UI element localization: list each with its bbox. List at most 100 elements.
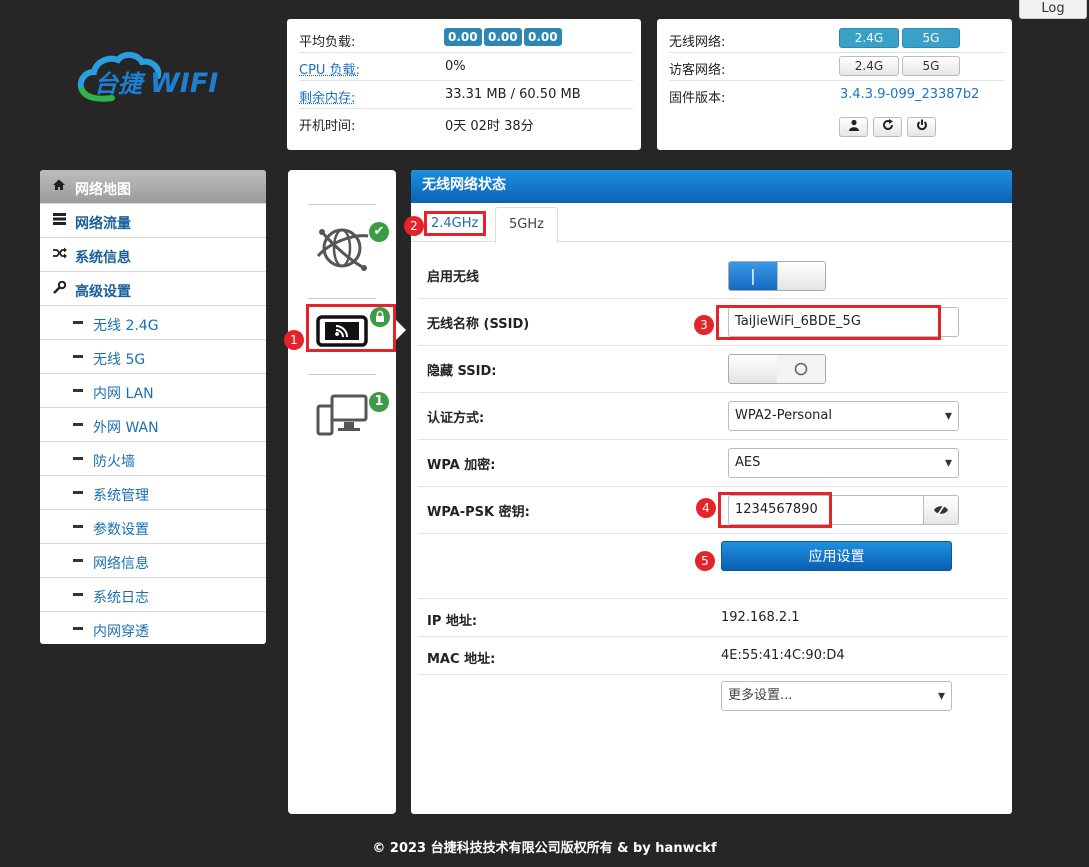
sidebar-item-label: 参数设置 bbox=[93, 522, 149, 538]
shuffle-icon bbox=[53, 247, 67, 261]
network-status-panel: 无线网络: 2.4G 5G 访客网络: 2.4G 5G 固件版本: 3.4.3.… bbox=[657, 19, 1012, 150]
sidebar-item-wan[interactable]: 外网 WAN bbox=[40, 408, 266, 442]
dash-icon bbox=[73, 491, 83, 494]
wrench-icon bbox=[53, 280, 67, 295]
sidebar-item-nat-traversal[interactable]: 内网穿透 bbox=[40, 612, 266, 644]
firmware-row: 固件版本: 3.4.3.9-099_23387b2 bbox=[669, 81, 1004, 108]
load-label: 平均负载: bbox=[299, 35, 356, 50]
annotation-2: 2 bbox=[404, 216, 424, 236]
divider bbox=[308, 374, 376, 375]
tab-5ghz[interactable]: 5GHz bbox=[495, 207, 558, 243]
wireless-24g-button[interactable]: 2.4G bbox=[839, 28, 899, 48]
logout-button[interactable]: Log bbox=[1019, 0, 1087, 19]
sidebar-item-label: 防火墙 bbox=[93, 454, 135, 470]
guest-24g-button[interactable]: 2.4G bbox=[839, 56, 899, 76]
encryption-select[interactable]: AES bbox=[728, 448, 959, 478]
cloud-logo-icon: 台捷 WIFI bbox=[77, 52, 218, 102]
footer: © 2023 台捷科技技术有限公司版权所有 & by hanwckf bbox=[372, 841, 717, 856]
uptime-label: 开机时间: bbox=[299, 119, 356, 134]
cpu-label[interactable]: CPU 负载: bbox=[299, 59, 360, 78]
guest-label: 访客网络: bbox=[669, 63, 726, 78]
dash-icon bbox=[73, 355, 83, 358]
auth-row: 认证方式: WPA2-Personal bbox=[418, 393, 1007, 440]
guest-5g-button[interactable]: 5G bbox=[902, 56, 960, 76]
sidebar-item-lan[interactable]: 内网 LAN bbox=[40, 374, 266, 408]
dash-icon bbox=[73, 423, 83, 426]
check-badge-icon: ✔ bbox=[369, 222, 389, 242]
more-settings-label: 更多设置... bbox=[728, 688, 793, 703]
sidebar-item-wireless-5g[interactable]: 无线 5G bbox=[40, 340, 266, 374]
encryption-label: WPA 加密: bbox=[427, 458, 496, 473]
enable-label: 启用无线 bbox=[427, 270, 480, 285]
encryption-value: AES bbox=[735, 455, 761, 470]
memory-label[interactable]: 剩余内存: bbox=[299, 87, 355, 106]
psk-label: WPA-PSK 密钥: bbox=[427, 505, 530, 520]
toggle-knob bbox=[777, 262, 825, 290]
sidebar-item-label: 无线 2.4G bbox=[93, 318, 159, 334]
home-icon bbox=[53, 179, 67, 193]
wireless-5g-button[interactable]: 5G bbox=[902, 28, 960, 48]
annotation-5: 5 bbox=[695, 551, 715, 571]
dash-icon bbox=[73, 627, 83, 630]
annotation-3: 3 bbox=[694, 315, 714, 335]
sidebar-item-firewall[interactable]: 防火墙 bbox=[40, 442, 266, 476]
firmware-label: 固件版本: bbox=[669, 91, 726, 106]
apply-settings-button[interactable]: 应用设置 bbox=[721, 541, 952, 571]
dash-icon bbox=[73, 389, 83, 392]
sidebar: 网络地图 网络流量 系统信息 高级设置 无线 2.4G 无线 5G 内网 LAN… bbox=[40, 170, 266, 644]
sidebar-item-network-info[interactable]: 网络信息 bbox=[40, 544, 266, 578]
selection-arrow bbox=[396, 320, 406, 340]
enable-wireless-toggle[interactable]: | bbox=[728, 261, 826, 291]
sidebar-item-label: 内网 LAN bbox=[93, 386, 154, 402]
hide-ssid-toggle[interactable] bbox=[728, 354, 826, 384]
sidebar-item-system-admin[interactable]: 系统管理 bbox=[40, 476, 266, 510]
ssid-label: 无线名称 (SSID) bbox=[427, 317, 530, 332]
user-icon[interactable] bbox=[839, 117, 868, 137]
sidebar-item-advanced[interactable]: 高级设置 bbox=[40, 272, 266, 306]
refresh-icon[interactable] bbox=[873, 117, 902, 137]
sidebar-item-wireless-24g[interactable]: 无线 2.4G bbox=[40, 306, 266, 340]
hide-ssid-label: 隐藏 SSID: bbox=[427, 364, 497, 379]
toggle-knob bbox=[729, 355, 778, 383]
sidebar-item-system-log[interactable]: 系统日志 bbox=[40, 578, 266, 612]
load-1min: 0.00 bbox=[444, 28, 482, 46]
encryption-row: WPA 加密: AES bbox=[418, 440, 1007, 487]
more-settings-select[interactable]: 更多设置... bbox=[721, 681, 952, 711]
annotation-1: 1 bbox=[284, 330, 304, 350]
dash-icon bbox=[73, 457, 83, 460]
memory-value: 33.31 MB / 60.50 MB bbox=[445, 87, 581, 102]
sidebar-item-system-info[interactable]: 系统信息 bbox=[40, 238, 266, 272]
divider bbox=[308, 298, 376, 299]
clients-devices-icon[interactable] bbox=[316, 394, 368, 442]
dash-icon bbox=[73, 525, 83, 528]
uptime-value: 0天 02时 38分 bbox=[445, 119, 534, 134]
auth-label: 认证方式: bbox=[427, 411, 485, 426]
sidebar-item-label: 内网穿透 bbox=[93, 624, 149, 640]
sidebar-item-label: 高级设置 bbox=[75, 284, 131, 300]
sidebar-item-parameters[interactable]: 参数设置 bbox=[40, 510, 266, 544]
firmware-value[interactable]: 3.4.3.9-099_23387b2 bbox=[840, 87, 979, 102]
ip-value: 192.168.2.1 bbox=[721, 610, 800, 625]
logo: 台捷 WIFI bbox=[76, 46, 246, 106]
toggle-off-icon bbox=[777, 355, 825, 383]
sidebar-item-network-map[interactable]: 网络地图 bbox=[40, 170, 266, 204]
auth-value: WPA2-Personal bbox=[735, 408, 832, 423]
annotation-4: 4 bbox=[696, 498, 716, 518]
power-icon[interactable] bbox=[907, 117, 936, 137]
svg-text:台捷: 台捷 bbox=[94, 70, 146, 98]
sidebar-item-label: 外网 WAN bbox=[93, 420, 159, 436]
panel-title: 无线网络状态 bbox=[411, 170, 1012, 203]
sidebar-item-label: 系统日志 bbox=[93, 590, 149, 606]
memory-row: 剩余内存: 33.31 MB / 60.50 MB bbox=[299, 81, 633, 109]
dash-icon bbox=[73, 593, 83, 596]
cpu-row: CPU 负载: 0% bbox=[299, 53, 633, 81]
highlight-box-4 bbox=[718, 492, 832, 528]
show-password-eye-icon[interactable] bbox=[923, 495, 959, 525]
sidebar-item-traffic[interactable]: 网络流量 bbox=[40, 204, 266, 238]
highlight-box-1 bbox=[306, 304, 396, 352]
auth-select[interactable]: WPA2-Personal bbox=[728, 401, 959, 431]
highlight-box-3 bbox=[716, 305, 941, 340]
sidebar-item-label: 网络流量 bbox=[75, 216, 131, 232]
internet-globe-icon[interactable] bbox=[314, 220, 370, 280]
sidebar-item-label: 无线 5G bbox=[93, 352, 146, 368]
